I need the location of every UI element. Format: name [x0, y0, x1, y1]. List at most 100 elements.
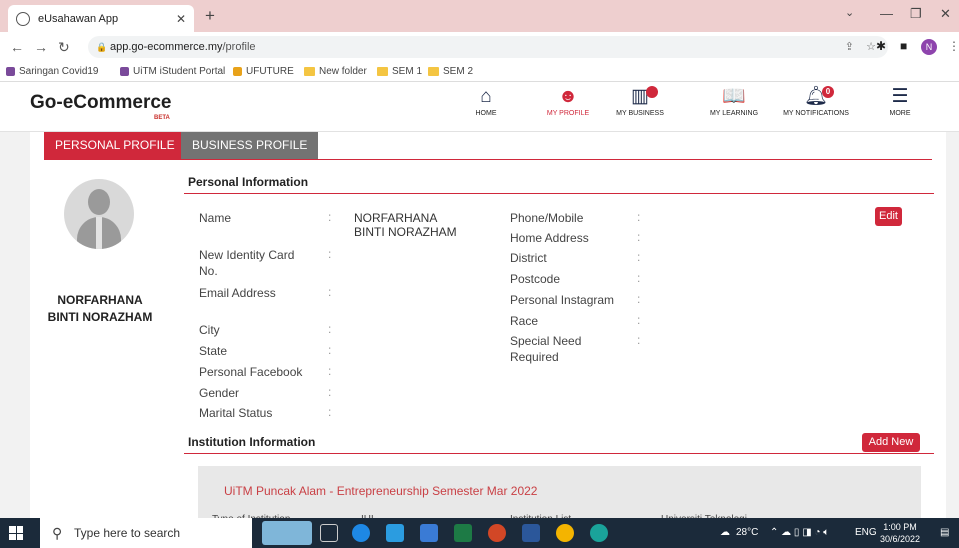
section-divider [184, 193, 934, 194]
forward-icon[interactable]: → [34, 39, 48, 55]
colon: : [637, 292, 641, 306]
close-tab-icon[interactable]: ✕ [176, 12, 186, 26]
browser-tab-bar: eUsahawan App ✕ + ⌄ — ❐ ✕ [0, 0, 959, 32]
colon: : [328, 285, 332, 299]
kebab-menu-icon[interactable]: ⋮ [948, 39, 959, 53]
lock-icon: 🔒 [96, 42, 108, 52]
menu-my-notifications[interactable]: 🔔︎ 0 MY NOTIFICATIONS [776, 86, 856, 117]
colon: : [637, 230, 641, 244]
clock-date: 30/6/2022 [880, 534, 921, 544]
star-icon[interactable]: ☆ [866, 36, 876, 58]
bookmark-folder[interactable]: SEM 1 [377, 66, 422, 77]
colon: : [328, 343, 332, 357]
chart-icon: ▥ [610, 86, 670, 108]
beta-label: BETA [154, 115, 170, 121]
colon: : [637, 313, 641, 327]
notification-center-icon[interactable]: ▤ [940, 518, 949, 548]
marital-status-label: Marital Status [199, 406, 273, 420]
tab-personal-profile[interactable]: PERSONAL PROFILE [44, 132, 186, 159]
bookmark-item[interactable]: Saringan Covid19 [6, 66, 99, 77]
taskbar-search[interactable]: ⚲ Type here to search [40, 518, 252, 548]
mail-icon[interactable] [420, 524, 438, 542]
side-panel-icon[interactable]: ■ [900, 39, 907, 53]
site-logo[interactable]: Go-eCommerce [30, 92, 172, 114]
menu-home[interactable]: ⌂ HOME [466, 86, 506, 117]
task-view-icon[interactable] [320, 524, 338, 542]
institution-card[interactable]: UiTM Puncak Alam - Entrepreneurship Seme… [198, 466, 921, 518]
minimize-icon[interactable]: — [880, 6, 893, 21]
clock-time: 1:00 PM [883, 522, 917, 532]
profile-avatar-icon[interactable]: N [921, 39, 937, 55]
book-icon: 📖 [722, 86, 746, 107]
excel-icon[interactable] [454, 524, 472, 542]
extensions-icon[interactable]: ✱ [876, 39, 886, 53]
tab-search-icon[interactable]: ⌄ [845, 6, 854, 19]
chrome-profile-icon[interactable] [590, 524, 608, 542]
name-label: Name [199, 211, 232, 225]
maximize-icon[interactable]: ❐ [910, 6, 922, 22]
facebook-label: Personal Facebook [199, 365, 303, 379]
app-header: Go-eCommerce BETA ⌂ HOME ☻ MY PROFILE ▥ … [0, 82, 959, 132]
edit-button[interactable]: Edit [875, 207, 902, 226]
personal-info-title: Personal Information [188, 175, 309, 189]
menu-more[interactable]: ☰ MORE [880, 86, 920, 117]
bookmarks-bar: Saringan Covid19 UiTM iStudent Portal UF… [0, 62, 959, 82]
user-icon: ☻ [558, 86, 578, 107]
back-icon[interactable]: ← [10, 39, 24, 55]
folder-icon [377, 67, 388, 76]
profile-panel: PERSONAL PROFILE BUSINESS PROFILE NORFAR… [30, 132, 946, 525]
add-new-button[interactable]: Add New [862, 433, 920, 452]
windows-taskbar: ⚲ Type here to search ☁ 28°C ⌃ ☁ ▯ ◨ ◔ 🔈… [0, 518, 959, 548]
name-value: NORFARHANA BINTI NORAZHAM [354, 211, 457, 239]
tab-business-profile[interactable]: BUSINESS PROFILE [181, 132, 319, 159]
taskbar-search-placeholder: Type here to search [74, 526, 181, 540]
language-indicator[interactable]: ENG [855, 518, 877, 548]
menu-my-business[interactable]: ▥ MY BUSINESS [610, 86, 670, 117]
system-clock[interactable]: 1:00 PM 30/6/2022 [880, 521, 920, 545]
windows-start-icon[interactable] [9, 526, 23, 540]
institution-info-title: Institution Information [188, 435, 316, 449]
bookmark-folder[interactable]: New folder [304, 66, 367, 77]
powerpoint-icon[interactable] [488, 524, 506, 542]
chrome-icon[interactable] [556, 524, 574, 542]
colon: : [328, 405, 332, 419]
race-label: Race [510, 314, 539, 328]
bookmark-item[interactable]: UFUTURE [233, 66, 294, 77]
shield-icon [6, 67, 15, 76]
temperature: 28°C [736, 527, 759, 538]
reload-icon[interactable]: ↻ [58, 39, 70, 56]
state-label: State [199, 344, 228, 358]
url-host: app.go-ecommerce.my [110, 41, 223, 53]
new-tab-button[interactable]: + [205, 6, 215, 26]
browser-tab-title: eUsahawan App [38, 12, 119, 25]
share-icon[interactable]: ⇪ [845, 36, 854, 58]
bookmark-item[interactable]: UiTM iStudent Portal [120, 66, 225, 77]
browser-tab[interactable]: eUsahawan App ✕ [8, 5, 194, 32]
app-page: Go-eCommerce BETA ⌂ HOME ☻ MY PROFILE ▥ … [0, 82, 959, 525]
menu-my-profile[interactable]: ☻ MY PROFILE [538, 86, 598, 117]
business-badge-icon [646, 86, 658, 98]
address-bar[interactable]: 🔒 app.go-ecommerce.my/profile ⇪ ☆ [88, 36, 888, 58]
ic-label: New Identity Card No. [199, 248, 295, 278]
notification-badge: 0 [822, 86, 834, 98]
tab-underline [44, 159, 932, 160]
user-full-name: NORFARHANA BINTI NORAZHAM [47, 293, 153, 324]
tray-icons[interactable]: ⌃ ☁ ▯ ◨ ◔ 🔈︎ [770, 518, 829, 548]
file-explorer-icon[interactable] [386, 524, 404, 542]
colon: : [328, 322, 332, 336]
city-label: City [199, 323, 220, 337]
institution-entry-title[interactable]: UiTM Puncak Alam - Entrepreneurship Seme… [224, 484, 537, 498]
weather-widget-icon[interactable] [262, 521, 312, 545]
word-icon[interactable] [522, 524, 540, 542]
weather-icon[interactable]: ☁ [720, 518, 730, 548]
address-row: ← → ↻ 🔒 app.go-ecommerce.my/profile ⇪ ☆ … [0, 32, 959, 62]
colon: : [328, 364, 332, 378]
bookmark-folder[interactable]: SEM 2 [428, 66, 473, 77]
window-close-icon[interactable]: ✕ [940, 6, 951, 22]
edge-icon[interactable] [352, 524, 370, 542]
email-label: Email Address [199, 286, 276, 300]
folder-icon [304, 67, 315, 76]
section-divider [184, 453, 934, 454]
menu-my-learning[interactable]: 📖 MY LEARNING [704, 86, 764, 117]
colon: : [328, 210, 332, 224]
